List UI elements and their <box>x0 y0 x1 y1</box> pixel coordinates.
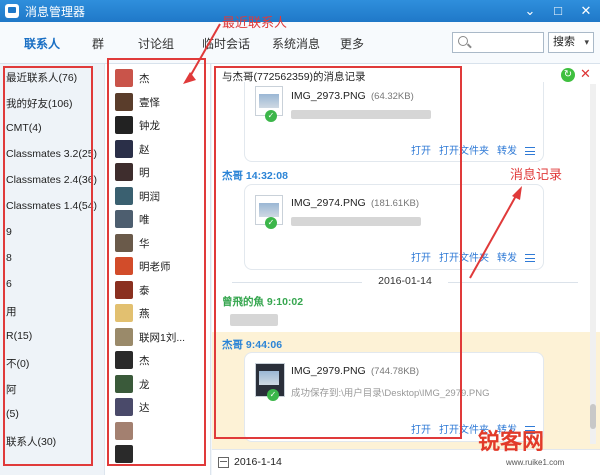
forward-link[interactable]: 转发 <box>497 253 517 264</box>
date-filter-value[interactable]: 2016-1-14 <box>234 456 282 468</box>
search-input[interactable] <box>473 35 541 50</box>
calendar-icon[interactable] <box>218 457 229 468</box>
watermark-logo: 锐客网 <box>478 430 545 455</box>
refresh-icon[interactable]: ↻ <box>561 68 575 82</box>
maximize-button[interactable]: □ <box>544 0 572 22</box>
forward-link[interactable]: 转发 <box>497 146 517 157</box>
close-button[interactable]: ✕ <box>572 0 600 22</box>
more-menu-icon[interactable] <box>525 147 535 156</box>
scroll-thumb[interactable] <box>590 404 596 429</box>
more-menu-icon[interactable] <box>525 254 535 263</box>
close-icon[interactable]: ✕ <box>580 66 591 82</box>
annotation-box-groups <box>3 66 93 466</box>
annotation-label-history: 消息记录 <box>510 168 563 183</box>
tab-discussion[interactable]: 讨论组 <box>138 35 174 52</box>
tab-temp-chat[interactable]: 临时会话 <box>202 35 250 52</box>
app-icon <box>5 4 19 18</box>
tab-contacts[interactable]: 联系人 <box>24 35 60 52</box>
search-button[interactable]: 搜索 <box>548 32 594 53</box>
title-bar: 消息管理器 ⌄ □ ✕ <box>0 0 600 22</box>
scrollbar[interactable] <box>590 84 596 444</box>
tab-groups[interactable]: 群 <box>92 35 104 52</box>
watermark-url: www.ruike1.com <box>506 458 565 467</box>
minimize-button[interactable]: ⌄ <box>516 0 544 22</box>
search-icon <box>458 36 468 46</box>
annotation-box-messages <box>214 66 462 439</box>
window-title: 消息管理器 <box>25 4 86 19</box>
tab-more[interactable]: 更多 <box>340 35 364 52</box>
tab-system-messages[interactable]: 系统消息 <box>272 35 320 52</box>
annotation-label-recent: 最近联系人 <box>222 16 288 31</box>
annotation-box-contacts <box>107 58 206 466</box>
search-box[interactable] <box>452 32 544 53</box>
